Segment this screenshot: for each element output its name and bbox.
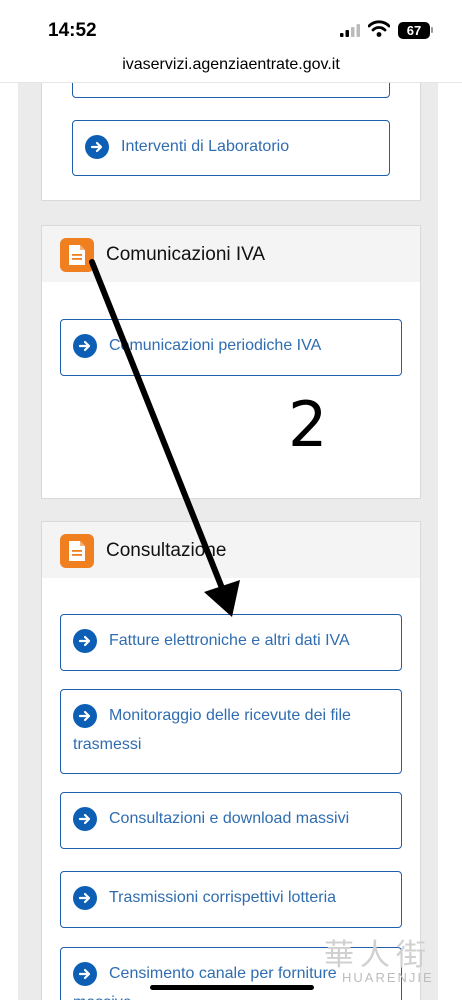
arrow-right-circle-icon — [73, 704, 97, 728]
home-indicator[interactable] — [150, 985, 314, 990]
arrow-right-circle-icon — [73, 807, 97, 831]
button-fatture-elettroniche[interactable]: Fatture elettroniche e altri dati IVA — [60, 614, 402, 671]
button-label: Monitoraggio delle ricevute dei file — [109, 707, 351, 724]
button-interventi[interactable]: Interventi di Laboratorio — [72, 120, 390, 176]
card-comunicazioni-iva: Comunicazioni IVA Comunicazioni periodic… — [41, 225, 421, 499]
arrow-right-circle-icon — [73, 629, 97, 653]
button-label: Fatture elettroniche e altri dati IVA — [109, 632, 350, 649]
watermark-text: 華人街 — [324, 938, 432, 973]
annotation-number: 2 — [288, 388, 328, 461]
arrow-right-circle-icon — [73, 334, 97, 358]
status-bar: 14:52 67 — [0, 0, 462, 52]
button-label: trasmessi — [73, 736, 142, 753]
watermark-logo: 華人街 HUARENJIE — [318, 930, 448, 990]
button-label: Trasmissioni corrispettivi lotteria — [109, 889, 337, 906]
button-monitoraggio-ricevute[interactable]: Monitoraggio delle ricevute dei file tra… — [60, 689, 402, 774]
status-time: 14:52 — [48, 20, 97, 41]
document-icon — [60, 534, 94, 568]
signal-icon — [340, 23, 362, 42]
arrow-right-circle-icon — [73, 886, 97, 910]
battery-icon: 67 — [398, 22, 430, 39]
button-label: Consultazioni e download massivi — [109, 810, 350, 827]
url-bar[interactable]: ivaservizi.agenziaentrate.gov.it — [0, 52, 462, 83]
button-trasmissioni-corrispettivi[interactable]: Trasmissioni corrispettivi lotteria — [60, 871, 402, 928]
button-comunicazioni-periodiche[interactable]: Comunicazioni periodiche IVA — [60, 319, 402, 376]
arrow-right-circle-icon — [85, 135, 109, 159]
card-header: Consultazione — [42, 522, 420, 578]
url-text[interactable]: ivaservizi.agenziaentrate.gov.it — [0, 56, 462, 74]
document-icon — [60, 238, 94, 272]
battery-cap — [431, 27, 433, 33]
button-consultazioni-download[interactable]: Consultazioni e download massivi — [60, 792, 402, 849]
card-title: Consultazione — [106, 540, 227, 561]
button-label: Comunicazioni periodiche IVA — [109, 337, 322, 354]
card-top: Interventi di Laboratorio — [41, 83, 421, 201]
card-header: Comunicazioni IVA — [42, 226, 420, 282]
wifi-icon — [367, 20, 391, 43]
page-content: Interventi di Laboratorio Comunicazioni … — [0, 83, 462, 1000]
arrow-right-circle-icon — [73, 962, 97, 986]
button-label: massive — [73, 988, 132, 1000]
button-label: Interventi di Laboratorio — [121, 138, 290, 155]
card-title: Comunicazioni IVA — [106, 244, 266, 265]
watermark-text: HUARENJIE — [342, 970, 434, 985]
card-consultazione: Consultazione Fatture elettroniche e alt… — [41, 521, 421, 1000]
partial-button[interactable] — [72, 83, 390, 98]
